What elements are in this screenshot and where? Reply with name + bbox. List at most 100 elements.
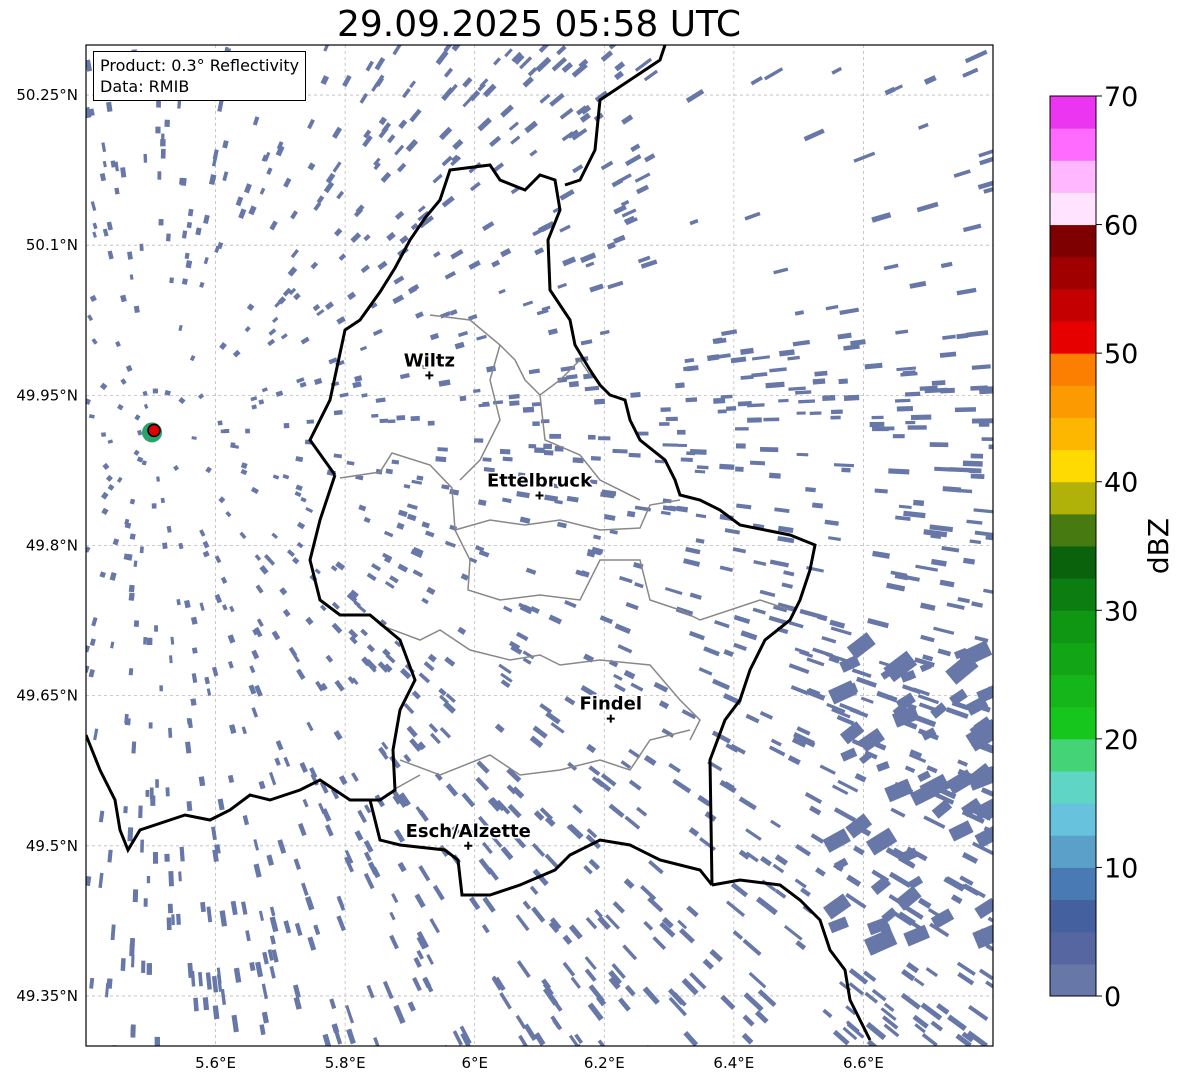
echo-cell	[123, 806, 128, 814]
echo-cell	[306, 419, 315, 424]
echo-cell	[217, 420, 223, 426]
echo-cell	[594, 398, 606, 405]
echo-cell	[181, 278, 188, 285]
echo-cell	[894, 398, 911, 403]
city-label: Esch/Alzette	[406, 821, 531, 842]
echo-cell	[162, 542, 168, 550]
echo-cell	[896, 405, 913, 412]
lat-tick-label: 50.25°N	[16, 86, 78, 104]
echo-cell	[929, 442, 949, 448]
echo-cell	[482, 457, 492, 462]
echo-cell	[128, 584, 135, 593]
colorbar-segment	[1050, 192, 1096, 226]
echo-cell	[913, 499, 925, 507]
lat-tick-label: 50.1°N	[26, 236, 78, 254]
colorbar-tick-label: 30	[1104, 596, 1138, 627]
echo-cell	[165, 787, 170, 797]
lon-tick-label: 5.6°E	[195, 1054, 236, 1072]
echo-cell	[161, 133, 165, 141]
echo-cell	[146, 963, 152, 975]
colorbar-segment	[1050, 931, 1096, 965]
colorbar-segment	[1050, 481, 1096, 515]
lon-tick-label: 5.8°E	[325, 1054, 366, 1072]
echo-cell	[720, 394, 733, 399]
echo-cell	[843, 394, 860, 401]
colorbar-segment	[1050, 899, 1096, 933]
echo-cell	[86, 645, 87, 653]
echo-cell	[111, 1045, 118, 1046]
echo-cell	[130, 1024, 136, 1038]
colorbar-segment	[1050, 674, 1096, 708]
echo-cell	[968, 467, 982, 474]
echo-cell	[549, 433, 562, 439]
echo-cell	[129, 533, 136, 540]
echo-cell	[177, 100, 182, 109]
lat-tick-label: 49.65°N	[16, 687, 78, 705]
echo-cell	[156, 476, 160, 482]
echo-cell	[717, 409, 727, 414]
echo-cell	[145, 789, 150, 797]
echo-cell	[988, 444, 993, 450]
echo-cell	[630, 392, 641, 398]
echo-cell	[970, 473, 985, 480]
data-source-label: Data: RMIB	[100, 77, 190, 96]
echo-cell	[186, 801, 193, 812]
city-label: Findel	[579, 694, 642, 715]
echo-cell	[169, 655, 173, 664]
echo-cell	[157, 171, 162, 180]
lon-tick-label: 6.2°E	[584, 1054, 625, 1072]
echo-cell	[371, 413, 379, 418]
echo-cell	[612, 448, 628, 454]
echo-cell	[167, 903, 173, 914]
lat-tick-label: 49.95°N	[16, 386, 78, 404]
echo-cell	[127, 827, 134, 842]
echo-cell	[883, 426, 895, 431]
echo-cell	[283, 422, 290, 429]
colorbar-segment	[1050, 546, 1096, 579]
product-label: Product: 0.3° Reflectivity	[100, 56, 300, 75]
echo-cell	[869, 421, 885, 428]
colorbar-segment	[1050, 867, 1096, 901]
echo-cell	[685, 397, 698, 403]
echo-cell	[970, 385, 988, 391]
echo-cell	[220, 429, 227, 434]
echo-cell	[146, 875, 151, 884]
echo-cell	[680, 457, 693, 463]
echo-cell	[148, 722, 153, 729]
echo-cell	[169, 277, 174, 284]
echo-cell	[143, 636, 148, 645]
echo-cell	[139, 546, 144, 554]
echo-cell	[759, 446, 779, 453]
echo-cell	[830, 409, 843, 415]
lat-tick-label: 49.5°N	[26, 837, 78, 855]
echo-cell	[391, 459, 400, 465]
echo-cell	[158, 218, 164, 226]
colorbar-segment	[1050, 963, 1096, 997]
echo-cell	[543, 449, 554, 456]
echo-cell	[155, 779, 159, 788]
echo-cell	[140, 839, 144, 853]
echo-cell	[590, 456, 601, 461]
echo-cell	[132, 889, 139, 903]
echo-cell	[518, 1044, 530, 1046]
echo-cell	[154, 1036, 161, 1046]
colorbar-segment	[1050, 321, 1096, 354]
echo-cell	[749, 460, 766, 466]
echo-cell	[677, 429, 686, 435]
colorbar-segment	[1050, 642, 1096, 676]
echo-cell	[149, 787, 154, 800]
echo-cell	[435, 456, 447, 463]
echo-cell	[410, 415, 420, 422]
radar-site-marker[interactable]	[147, 423, 161, 438]
echo-cell	[796, 452, 809, 457]
echo-cell	[139, 243, 144, 252]
colorbar-segment	[1050, 771, 1096, 804]
echo-cell	[133, 620, 140, 628]
echo-cell	[164, 853, 170, 862]
echo-cell	[131, 741, 137, 754]
echo-cell	[934, 466, 952, 472]
colorbar-segment	[1050, 803, 1096, 836]
echo-cell	[160, 497, 165, 504]
echo-cell	[665, 416, 678, 422]
echo-cell	[597, 436, 611, 441]
